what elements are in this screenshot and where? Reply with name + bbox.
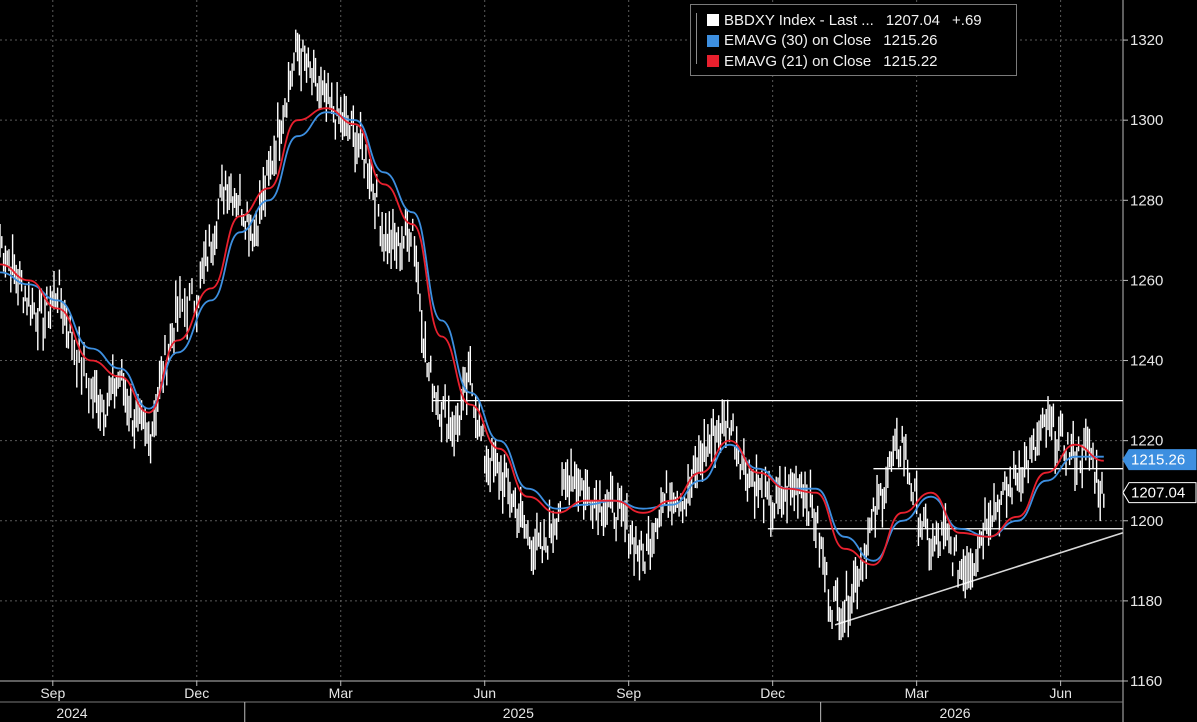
legend-entry-emavg21: EMAVG (21) on Close 1215.22 (707, 51, 1016, 72)
x-tick-label: Jun (1049, 685, 1072, 701)
last-price-tag: 1207.04 (1122, 482, 1197, 504)
x-year-label: 2025 (503, 705, 534, 721)
y-tick-label: 1160 (1130, 673, 1162, 690)
price-tag-label: 1215.26 (1131, 452, 1185, 469)
x-tick-label: Mar (329, 685, 353, 701)
x-year-label: 2024 (56, 705, 87, 721)
chart-legend: BBDXY Index - Last ... 1207.04 +.69 EMAV… (690, 4, 1017, 76)
legend-swatch-icon (707, 55, 719, 68)
x-tick-label: Jun (473, 685, 496, 701)
x-tick-label: Dec (760, 685, 785, 701)
price-tag-label: 1207.04 (1131, 485, 1185, 502)
y-tick-label: 1220 (1130, 433, 1163, 450)
y-tick-label: 1200 (1130, 513, 1163, 530)
y-tick-label: 1300 (1130, 112, 1163, 129)
y-tick-label: 1320 (1130, 32, 1163, 49)
legend-label: BBDXY Index - Last ... (724, 11, 874, 29)
x-tick-label: Sep (616, 685, 641, 701)
legend-tree-line (696, 13, 705, 64)
legend-label: EMAVG (21) on Close (724, 52, 872, 70)
price-chart: 1160 1180 1200 1220 1240 1260 1280 1300 1320 Sep D… (0, 0, 1197, 722)
y-tick-label: 1180 (1130, 593, 1162, 610)
y-tick-label: 1260 (1130, 272, 1163, 289)
legend-entry-emavg30: EMAVG (30) on Close 1215.26 (707, 31, 1016, 52)
chart-area: 1160 1180 1200 1220 1240 1260 1280 1300 1320 Sep D… (0, 0, 1197, 722)
x-year-label: 2026 (939, 705, 970, 721)
y-tick-label: 1240 (1130, 353, 1163, 370)
legend-change: +.69 (952, 11, 982, 29)
ema30-price-tag: 1215.26 (1122, 449, 1197, 471)
x-tick-label: Sep (40, 685, 65, 701)
legend-value: 1215.26 (883, 32, 938, 50)
x-tick-label: Mar (905, 685, 929, 701)
legend-label: EMAVG (30) on Close (724, 32, 872, 50)
legend-swatch-icon (707, 34, 719, 47)
chart-background (0, 0, 1197, 722)
legend-entry-bbdxy: BBDXY Index - Last ... 1207.04 +.69 (707, 10, 1016, 31)
legend-value: 1207.04 (885, 11, 941, 29)
legend-value: 1215.22 (883, 52, 938, 70)
y-tick-label: 1280 (1130, 192, 1163, 209)
legend-swatch-icon (707, 14, 719, 27)
x-tick-label: Dec (184, 685, 209, 701)
